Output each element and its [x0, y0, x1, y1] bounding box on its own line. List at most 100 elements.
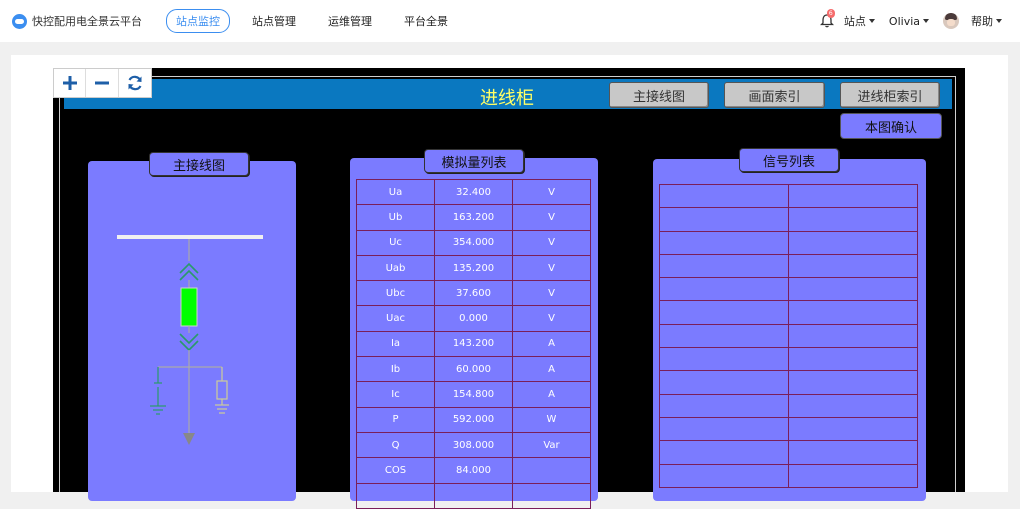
signal-cell	[788, 463, 918, 488]
analog-name-cell: Q	[356, 431, 435, 459]
analog-name-cell: Ic	[356, 381, 435, 408]
table-row: Ubc 37.600 V	[356, 280, 591, 307]
nav-site-monitor[interactable]: 站点监控	[166, 9, 230, 33]
table-row: Uab 135.200 V	[356, 254, 591, 282]
analog-value-cell: 592.000	[434, 406, 513, 433]
analog-unit-cell: A	[512, 381, 591, 408]
signal-cell	[788, 440, 918, 465]
plus-icon	[62, 76, 77, 90]
analog-name-cell: Uc	[356, 229, 435, 256]
signal-cell	[788, 277, 918, 302]
brand-title: 快控配用电全景云平台	[32, 15, 142, 28]
analog-unit-cell: V	[512, 229, 591, 256]
signal-table	[659, 183, 918, 488]
analog-name-cell: Ub	[356, 204, 435, 231]
busbar	[117, 235, 263, 239]
table-row	[659, 277, 918, 302]
minus-icon	[95, 81, 110, 85]
cloud-logo-icon	[12, 13, 27, 29]
analog-name-cell: Uac	[356, 305, 435, 332]
single-line-diagram	[117, 235, 263, 445]
table-row: Ib 60.000 A	[356, 356, 591, 383]
refresh-button[interactable]	[119, 69, 151, 97]
analog-table: Ua 32.400 V Ub 163.200 V Uc 354.000 V Uab 135.200 V…	[356, 178, 591, 509]
brand[interactable]: 快控配用电全景云平台	[12, 13, 142, 29]
nav-platform-overview[interactable]: 平台全景	[404, 13, 448, 29]
table-row	[659, 323, 918, 349]
zoom-toolbar	[53, 68, 152, 98]
site-dropdown-label: 站点	[843, 15, 866, 28]
analog-name-cell: COS	[356, 457, 435, 484]
disconnector-bottom-icon	[179, 333, 199, 352]
caret-down-icon	[923, 19, 929, 23]
signal-cell	[788, 347, 918, 372]
analog-unit-cell: W	[512, 406, 591, 433]
avatar[interactable]	[943, 13, 959, 29]
analog-name-cell: Uab	[356, 254, 435, 282]
analog-value-cell: 354.000	[434, 229, 513, 256]
analog-value-cell: 154.800	[434, 381, 513, 408]
refresh-icon	[128, 75, 142, 91]
table-row	[659, 463, 918, 488]
nav-ops-management[interactable]: 运维管理	[328, 13, 372, 29]
help-dropdown[interactable]: 帮助	[971, 13, 1002, 29]
table-row: Ub 163.200 V	[356, 204, 591, 231]
analog-name-cell	[356, 482, 435, 509]
table-row	[659, 183, 918, 209]
signal-cell	[659, 323, 789, 349]
signal-cell	[659, 440, 789, 465]
signal-cell	[659, 393, 789, 418]
table-row: Ia 143.200 A	[356, 330, 591, 358]
screen-index-button[interactable]: 画面索引	[724, 82, 825, 108]
disconnector-top-icon	[179, 262, 199, 281]
main-nav: 站点监控 站点管理 运维管理 平台全景	[166, 9, 480, 33]
table-row	[659, 416, 918, 442]
signal-cell	[659, 416, 789, 442]
table-row	[659, 393, 918, 418]
signal-cell	[788, 370, 918, 395]
signal-cell	[788, 207, 918, 232]
analog-value-cell: 143.200	[434, 330, 513, 358]
surge-arrester-icon	[215, 367, 229, 414]
table-row: Ic 154.800 A	[356, 381, 591, 408]
table-row	[356, 482, 591, 509]
table-row: COS 84.000	[356, 457, 591, 484]
signal-cell	[788, 300, 918, 325]
signal-cell	[659, 370, 789, 395]
incoming-cabinet-index-button[interactable]: 进线柜索引	[840, 82, 940, 108]
signal-cell	[788, 323, 918, 349]
help-dropdown-label: 帮助	[971, 15, 993, 28]
signal-cell	[659, 230, 789, 255]
analog-unit-cell: V	[512, 204, 591, 231]
analog-name-cell: Ua	[356, 178, 435, 206]
analog-value-cell: 37.600	[434, 280, 513, 307]
analog-value-cell: 84.000	[434, 457, 513, 484]
analog-unit-cell: V	[512, 178, 591, 206]
nav-site-management[interactable]: 站点管理	[252, 13, 296, 29]
user-dropdown[interactable]: Olivia	[889, 15, 929, 28]
confirm-diagram-button[interactable]: 本图确认	[840, 113, 942, 139]
signal-list-title: 信号列表	[739, 148, 839, 172]
breaker-icon[interactable]	[180, 287, 198, 327]
main-wiring-button[interactable]: 主接线图	[609, 82, 709, 108]
analog-name-cell: P	[356, 406, 435, 433]
table-row: Q 308.000 Var	[356, 431, 591, 459]
analog-value-cell: 308.000	[434, 431, 513, 459]
signal-cell	[659, 277, 789, 302]
zoom-in-button[interactable]	[54, 69, 87, 97]
analog-value-cell: 135.200	[434, 254, 513, 282]
analog-unit-cell: Var	[512, 431, 591, 459]
analog-name-cell: Ia	[356, 330, 435, 358]
table-row	[659, 370, 918, 395]
site-dropdown[interactable]: 站点	[844, 13, 875, 29]
table-row: P 592.000 W	[356, 406, 591, 433]
signal-cell	[788, 416, 918, 442]
zoom-out-button[interactable]	[86, 69, 119, 97]
user-name: Olivia	[888, 14, 920, 28]
analog-unit-cell	[512, 457, 591, 484]
notification-bell[interactable]: 6	[819, 9, 835, 28]
analog-name-cell: Ib	[356, 356, 435, 383]
load-arrow-icon	[183, 433, 195, 445]
analog-unit-cell: V	[512, 305, 591, 332]
analog-value-cell: 60.000	[434, 356, 513, 383]
